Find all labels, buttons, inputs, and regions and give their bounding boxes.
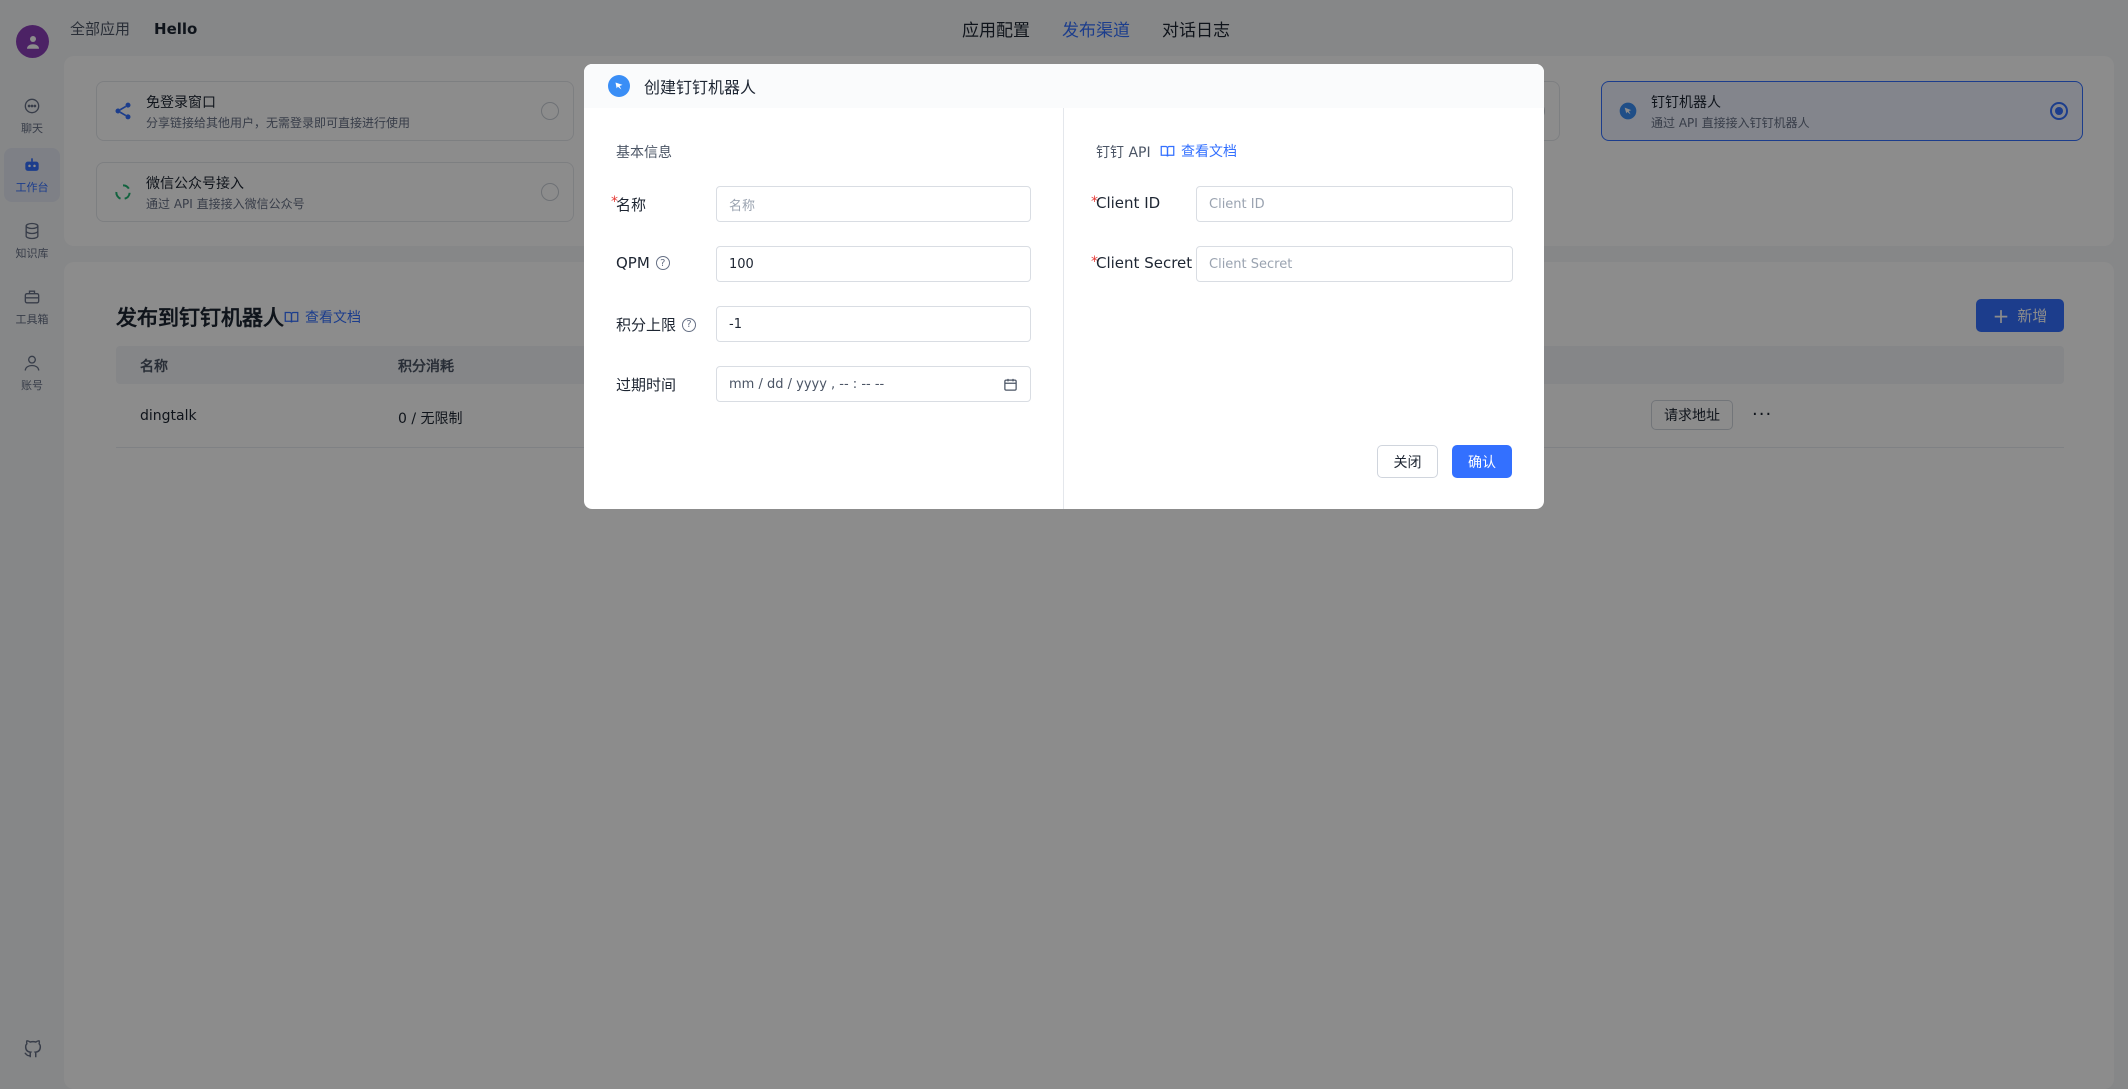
qpm-input[interactable]: 100 bbox=[716, 246, 1031, 282]
client-id-label-text: Client ID bbox=[1096, 194, 1161, 212]
points-limit-label: 积分上限 ? bbox=[616, 314, 697, 335]
create-dingtalk-modal: 创建钉钉机器人 基本信息 * 名称 名称 QPM ? 100 积分上限 ? -1… bbox=[584, 64, 1544, 509]
help-icon[interactable]: ? bbox=[682, 317, 697, 332]
calendar-icon[interactable] bbox=[1003, 377, 1018, 392]
client-id-label: Client ID bbox=[1096, 194, 1160, 212]
name-label: 名称 bbox=[616, 194, 646, 215]
name-label-text: 名称 bbox=[616, 196, 647, 214]
modal-header: 创建钉钉机器人 bbox=[584, 64, 1544, 108]
dingtalk-api-title: 钉钉 API bbox=[1096, 145, 1151, 161]
help-icon[interactable]: ? bbox=[655, 256, 670, 270]
close-button[interactable]: 关闭 bbox=[1377, 445, 1438, 478]
basic-info-title: 基本信息 bbox=[616, 145, 672, 161]
client-secret-input[interactable]: Client Secret bbox=[1196, 246, 1513, 282]
name-input[interactable]: 名称 bbox=[716, 186, 1031, 222]
modal-divider bbox=[1063, 108, 1064, 509]
confirm-button[interactable]: 确认 bbox=[1452, 445, 1512, 478]
dingtalk-icon bbox=[608, 75, 630, 97]
qpm-label-text: QPM bbox=[616, 254, 650, 272]
modal-title: 创建钉钉机器人 bbox=[644, 78, 757, 97]
expire-datetime-input[interactable]: mm / dd / yyyy , -- : -- -- bbox=[716, 366, 1031, 402]
expire-label-text: 过期时间 bbox=[616, 376, 677, 394]
expire-value: mm / dd / yyyy , -- : -- -- bbox=[729, 376, 885, 392]
points-limit-input[interactable]: -1 bbox=[716, 306, 1031, 342]
qpm-label: QPM ? bbox=[616, 254, 670, 272]
doc-link-label: 查看文档 bbox=[1181, 144, 1237, 160]
points-limit-label-text: 积分上限 bbox=[616, 316, 677, 334]
client-secret-label-text: Client Secret bbox=[1096, 254, 1193, 272]
book-icon bbox=[1160, 145, 1175, 157]
client-id-input[interactable]: Client ID bbox=[1196, 186, 1513, 222]
expire-label: 过期时间 bbox=[616, 374, 676, 395]
client-secret-label: Client Secret bbox=[1096, 254, 1192, 272]
modal-doc-link[interactable]: 查看文档 bbox=[1160, 141, 1237, 161]
